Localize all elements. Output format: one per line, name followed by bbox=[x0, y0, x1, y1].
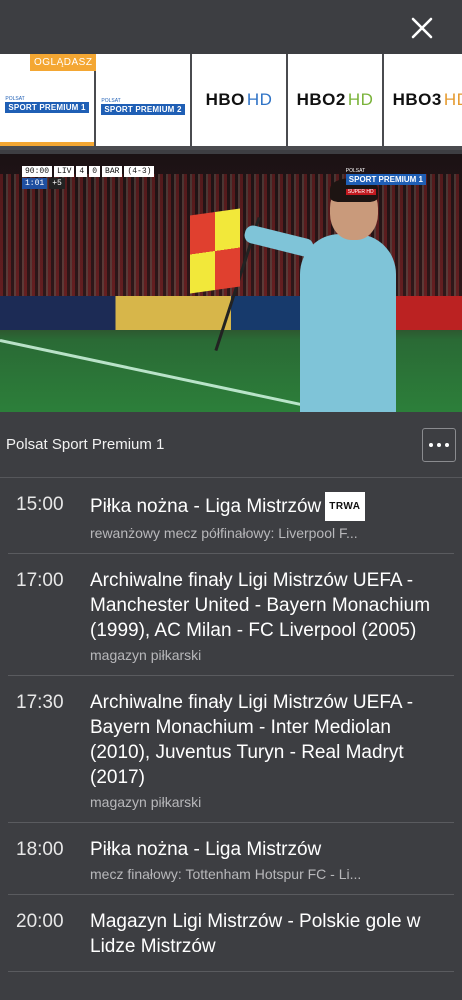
channel-tile-polsat-sport-premium-1[interactable]: OGLĄDASZ POLSAT SPORT PREMIUM 1 bbox=[0, 54, 97, 146]
program-item[interactable]: 20:00 Magazyn Ligi Mistrzów - Polskie go… bbox=[8, 895, 454, 972]
away-score: 0 bbox=[89, 166, 101, 177]
program-time: 17:30 bbox=[16, 692, 64, 713]
program-title: Piłka nożna - Liga Mistrzów bbox=[90, 839, 322, 860]
channel-tile-polsat-sport-premium-2[interactable]: POLSAT SPORT PREMIUM 2 bbox=[96, 54, 190, 146]
program-subtitle: magazyn piłkarski bbox=[90, 794, 202, 810]
video-referee bbox=[300, 234, 396, 412]
home-team: LIV bbox=[54, 166, 75, 177]
program-title: Magazyn Ligi Mistrzów - Polskie gole w L… bbox=[90, 911, 421, 957]
channel-tile-hbo3-hd[interactable]: HBO3HD bbox=[384, 54, 462, 146]
live-badge: TRWA bbox=[325, 492, 365, 521]
linesman-flag bbox=[190, 208, 240, 294]
away-team: BAR bbox=[102, 166, 123, 177]
dot-icon bbox=[445, 442, 449, 447]
more-options-button[interactable] bbox=[422, 427, 456, 462]
polsat-sport-premium-2-logo: POLSAT SPORT PREMIUM 2 bbox=[101, 98, 185, 115]
program-subtitle: magazyn piłkarski bbox=[90, 647, 202, 663]
program-item[interactable]: 18:00 Piłka nożna - Liga Mistrzów mecz f… bbox=[8, 823, 454, 895]
scorebug: 90:00 LIV 4 0 BAR (4-3) 1:01 +5 bbox=[22, 166, 155, 189]
polsat-sport-premium-1-logo: POLSAT SPORT PREMIUM 1 bbox=[5, 96, 89, 113]
channel-tile-hbo2-hd[interactable]: HBO2 HD bbox=[288, 54, 382, 146]
current-channel-name: Polsat Sport Premium 1 bbox=[6, 436, 165, 453]
program-item[interactable]: 15:00 Piłka nożna - Liga Mistrzów TRWA re… bbox=[8, 478, 454, 554]
program-time: 20:00 bbox=[16, 911, 64, 932]
program-time: 15:00 bbox=[16, 494, 64, 515]
program-subtitle: rewanżowy mecz półfinałowy: Liverpool F.… bbox=[90, 525, 358, 541]
added-time: +5 bbox=[49, 178, 65, 189]
home-score: 4 bbox=[76, 166, 88, 177]
dot-icon bbox=[437, 442, 441, 447]
program-item[interactable]: 17:30 Archiwalne finały Ligi Mistrzów UE… bbox=[8, 676, 454, 823]
hbo2-hd-logo: HBO2 HD bbox=[296, 90, 374, 109]
channel-tile-hbo-hd[interactable]: HBO HD bbox=[192, 54, 286, 146]
match-clock: 90:00 bbox=[22, 166, 53, 177]
close-icon[interactable] bbox=[410, 16, 434, 40]
channel-strip: OGLĄDASZ POLSAT SPORT PREMIUM 1 POLSAT S… bbox=[0, 54, 462, 150]
top-bar bbox=[0, 0, 462, 54]
program-time: 18:00 bbox=[16, 839, 64, 860]
program-title: Archiwalne finały Ligi Mistrzów UEFA - B… bbox=[90, 692, 414, 788]
video-player[interactable]: 90:00 LIV 4 0 BAR (4-3) 1:01 +5 POLSAT S… bbox=[0, 154, 462, 412]
program-title: Piłka nożna - Liga Mistrzów TRWA bbox=[90, 492, 454, 521]
program-time: 17:00 bbox=[16, 570, 64, 591]
hbo-hd-logo: HBO HD bbox=[205, 90, 273, 109]
watching-badge: OGLĄDASZ bbox=[30, 54, 97, 71]
current-channel-header: Polsat Sport Premium 1 bbox=[0, 412, 462, 478]
program-item[interactable]: 17:00 Archiwalne finały Ligi Mistrzów UE… bbox=[8, 554, 454, 676]
dot-icon bbox=[429, 442, 433, 447]
added-time-clock: 1:01 bbox=[22, 178, 48, 189]
video-pitch-line bbox=[0, 339, 314, 409]
hbo3-hd-logo: HBO3HD bbox=[392, 90, 462, 109]
program-subtitle: mecz finałowy: Tottenham Hotspur FC - Li… bbox=[90, 866, 362, 882]
channel-watermark: POLSAT SPORT PREMIUM 1 SUPER HD bbox=[345, 168, 426, 195]
program-title: Archiwalne finały Ligi Mistrzów UEFA - M… bbox=[90, 570, 431, 641]
aggregate-score: (4-3) bbox=[124, 166, 155, 177]
program-schedule: 15:00 Piłka nożna - Liga Mistrzów TRWA re… bbox=[0, 478, 462, 972]
